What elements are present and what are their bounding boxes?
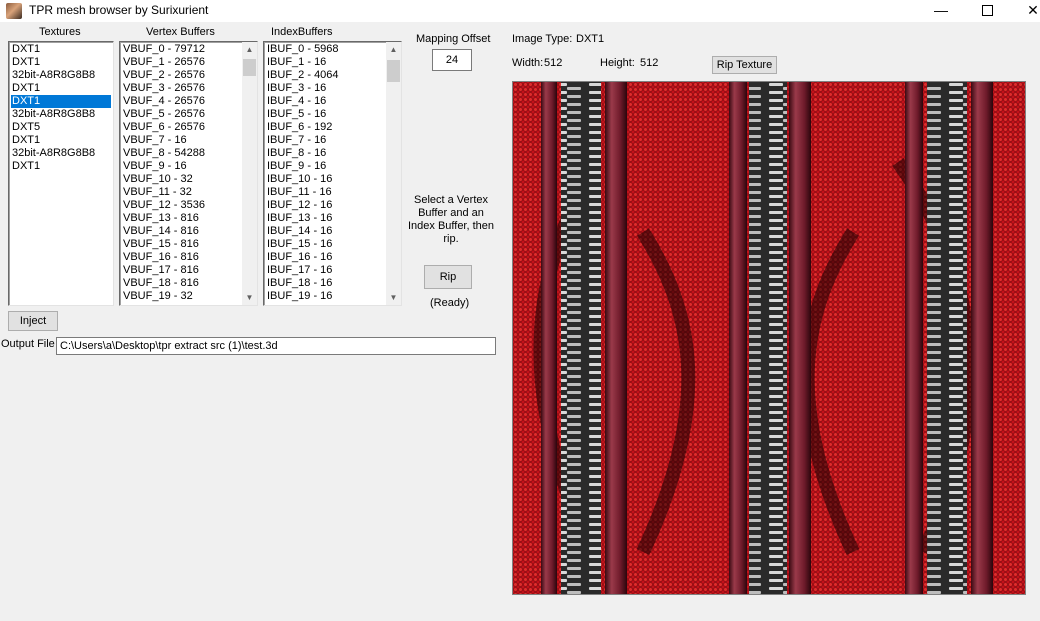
- scroll-thumb[interactable]: [243, 59, 256, 76]
- rip-button[interactable]: Rip: [424, 265, 472, 289]
- scroll-thumb[interactable]: [387, 60, 400, 82]
- index-buffers-listbox[interactable]: IBUF_0 - 5968 IBUF_1 - 16 IBUF_2 - 4064 IBU…: [263, 41, 402, 306]
- index-buffer-list-item[interactable]: IBUF_9 - 16: [266, 160, 385, 173]
- vertex-buffer-list-item[interactable]: VBUF_8 - 54288: [122, 147, 241, 160]
- vertex-buffer-list-item[interactable]: VBUF_10 - 32: [122, 173, 241, 186]
- vertex-buffers-label: Vertex Buffers: [146, 26, 215, 38]
- vertex-buffer-list-item[interactable]: VBUF_18 - 816: [122, 277, 241, 290]
- vertex-buffer-list-item[interactable]: VBUF_1 - 26576: [122, 56, 241, 69]
- texture-list-item[interactable]: 32bit-A8R8G8B8: [11, 147, 111, 160]
- texture-list-item[interactable]: DXT1: [11, 43, 111, 56]
- instructions-line: Index Buffer, then: [407, 220, 495, 232]
- vertex-buffer-list-item[interactable]: VBUF_19 - 32: [122, 290, 241, 303]
- vertex-buffer-list-item[interactable]: VBUF_9 - 16: [122, 160, 241, 173]
- width-value: 512: [544, 57, 563, 69]
- instructions-text: Select a Vertex Buffer and an Index Buff…: [404, 194, 498, 246]
- close-icon: ✕: [1027, 2, 1039, 18]
- width-label: Width:: [512, 57, 544, 69]
- inject-button[interactable]: Inject: [8, 311, 58, 331]
- texture-list-item[interactable]: DXT1: [11, 134, 111, 147]
- texture-list-item[interactable]: DXT1: [11, 95, 111, 108]
- vertex-buffer-list-item[interactable]: VBUF_6 - 26576: [122, 121, 241, 134]
- index-buffer-list-item[interactable]: IBUF_6 - 192: [266, 121, 385, 134]
- scroll-down-icon[interactable]: ▼: [386, 290, 401, 305]
- instructions-line: Buffer and an: [418, 207, 484, 219]
- vertex-buffer-list-item[interactable]: VBUF_11 - 32: [122, 186, 241, 199]
- index-buffer-list-item[interactable]: IBUF_14 - 16: [266, 225, 385, 238]
- textures-label: Textures: [39, 26, 81, 38]
- close-button[interactable]: ✕: [1010, 0, 1040, 22]
- window-title: TPR mesh browser by Surixurient: [29, 3, 209, 17]
- vertex-buffer-list-item[interactable]: VBUF_12 - 3536: [122, 199, 241, 212]
- index-buffer-list-item[interactable]: IBUF_13 - 16: [266, 212, 385, 225]
- image-type-value: DXT1: [576, 33, 605, 45]
- index-buffer-list-item[interactable]: IBUF_18 - 16: [266, 277, 385, 290]
- vertex-buffer-list-item[interactable]: VBUF_15 - 816: [122, 238, 241, 251]
- rip-texture-button[interactable]: Rip Texture: [712, 56, 777, 74]
- instructions-line: rip.: [443, 233, 459, 245]
- height-label: Height:: [600, 57, 635, 69]
- index-buffer-list-item[interactable]: IBUF_8 - 16: [266, 147, 385, 160]
- index-buffers-label: IndexBuffers: [271, 26, 333, 38]
- maximize-icon: [981, 5, 993, 16]
- rip-status: (Ready): [430, 297, 470, 309]
- index-buffer-list-item[interactable]: IBUF_5 - 16: [266, 108, 385, 121]
- maximize-button[interactable]: [964, 0, 1010, 22]
- index-buffer-list-item[interactable]: IBUF_3 - 16: [266, 82, 385, 95]
- mapping-offset-input[interactable]: 24: [432, 49, 472, 71]
- texture-list-item[interactable]: 32bit-A8R8G8B8: [11, 69, 111, 82]
- index-buffer-list-item[interactable]: IBUF_0 - 5968: [266, 43, 385, 56]
- vertex-buffer-list-item[interactable]: VBUF_13 - 816: [122, 212, 241, 225]
- output-file-label: Output File: [1, 338, 55, 350]
- vertex-buffer-list-item[interactable]: VBUF_14 - 816: [122, 225, 241, 238]
- minimize-icon: —: [934, 2, 948, 18]
- image-type-label: Image Type:: [512, 33, 573, 45]
- texture-list-item[interactable]: DXT5: [11, 121, 111, 134]
- texture-preview: [512, 81, 1026, 595]
- index-buffer-list-item[interactable]: IBUF_15 - 16: [266, 238, 385, 251]
- index-buffer-list-item[interactable]: IBUF_17 - 16: [266, 264, 385, 277]
- index-buffer-list-item[interactable]: IBUF_16 - 16: [266, 251, 385, 264]
- minimize-button[interactable]: —: [918, 0, 964, 22]
- index-buffer-list-item[interactable]: IBUF_2 - 4064: [266, 69, 385, 82]
- vertex-buffer-list-item[interactable]: VBUF_5 - 26576: [122, 108, 241, 121]
- vertex-buffer-list-item[interactable]: VBUF_16 - 816: [122, 251, 241, 264]
- instructions-line: Select a Vertex: [414, 194, 488, 206]
- index-buffer-list-item[interactable]: IBUF_11 - 16: [266, 186, 385, 199]
- vertex-buffer-list-item[interactable]: VBUF_2 - 26576: [122, 69, 241, 82]
- zipper-texture-graphic: [533, 82, 993, 594]
- index-buffer-list-item[interactable]: IBUF_7 - 16: [266, 134, 385, 147]
- title-bar: TPR mesh browser by Surixurient — ✕: [0, 0, 1040, 22]
- index-buffer-list-item[interactable]: IBUF_10 - 16: [266, 173, 385, 186]
- vertex-buffers-listbox[interactable]: VBUF_0 - 79712 VBUF_1 - 26576 VBUF_2 - 265…: [119, 41, 258, 306]
- index-buffer-list-item[interactable]: IBUF_12 - 16: [266, 199, 385, 212]
- textures-listbox[interactable]: DXT1 DXT1 32bit-A8R8G8B8 DXT1 DXT1 32bit-A8R8…: [8, 41, 114, 306]
- vertex-buffer-list-item[interactable]: VBUF_17 - 816: [122, 264, 241, 277]
- vertex-buffers-scrollbar[interactable]: ▲ ▼: [242, 42, 257, 305]
- output-file-input[interactable]: C:\Users\a\Desktop\tpr extract src (1)\t…: [56, 337, 496, 355]
- texture-list-item[interactable]: 32bit-A8R8G8B8: [11, 108, 111, 121]
- app-icon: [6, 3, 22, 19]
- index-buffer-list-item[interactable]: IBUF_1 - 16: [266, 56, 385, 69]
- vertex-buffer-list-item[interactable]: VBUF_3 - 26576: [122, 82, 241, 95]
- index-buffers-scrollbar[interactable]: ▲ ▼: [386, 42, 401, 305]
- scroll-down-icon[interactable]: ▼: [242, 290, 257, 305]
- mapping-offset-label: Mapping Offset: [416, 33, 491, 45]
- texture-list-item[interactable]: DXT1: [11, 82, 111, 95]
- texture-list-item[interactable]: DXT1: [11, 160, 111, 173]
- scroll-up-icon[interactable]: ▲: [242, 42, 257, 57]
- index-buffer-list-item[interactable]: IBUF_19 - 16: [266, 290, 385, 303]
- texture-list-item[interactable]: DXT1: [11, 56, 111, 69]
- vertex-buffer-list-item[interactable]: VBUF_4 - 26576: [122, 95, 241, 108]
- scroll-up-icon[interactable]: ▲: [386, 42, 401, 57]
- index-buffer-list-item[interactable]: IBUF_4 - 16: [266, 95, 385, 108]
- height-value: 512: [640, 57, 659, 69]
- vertex-buffer-list-item[interactable]: VBUF_0 - 79712: [122, 43, 241, 56]
- vertex-buffer-list-item[interactable]: VBUF_7 - 16: [122, 134, 241, 147]
